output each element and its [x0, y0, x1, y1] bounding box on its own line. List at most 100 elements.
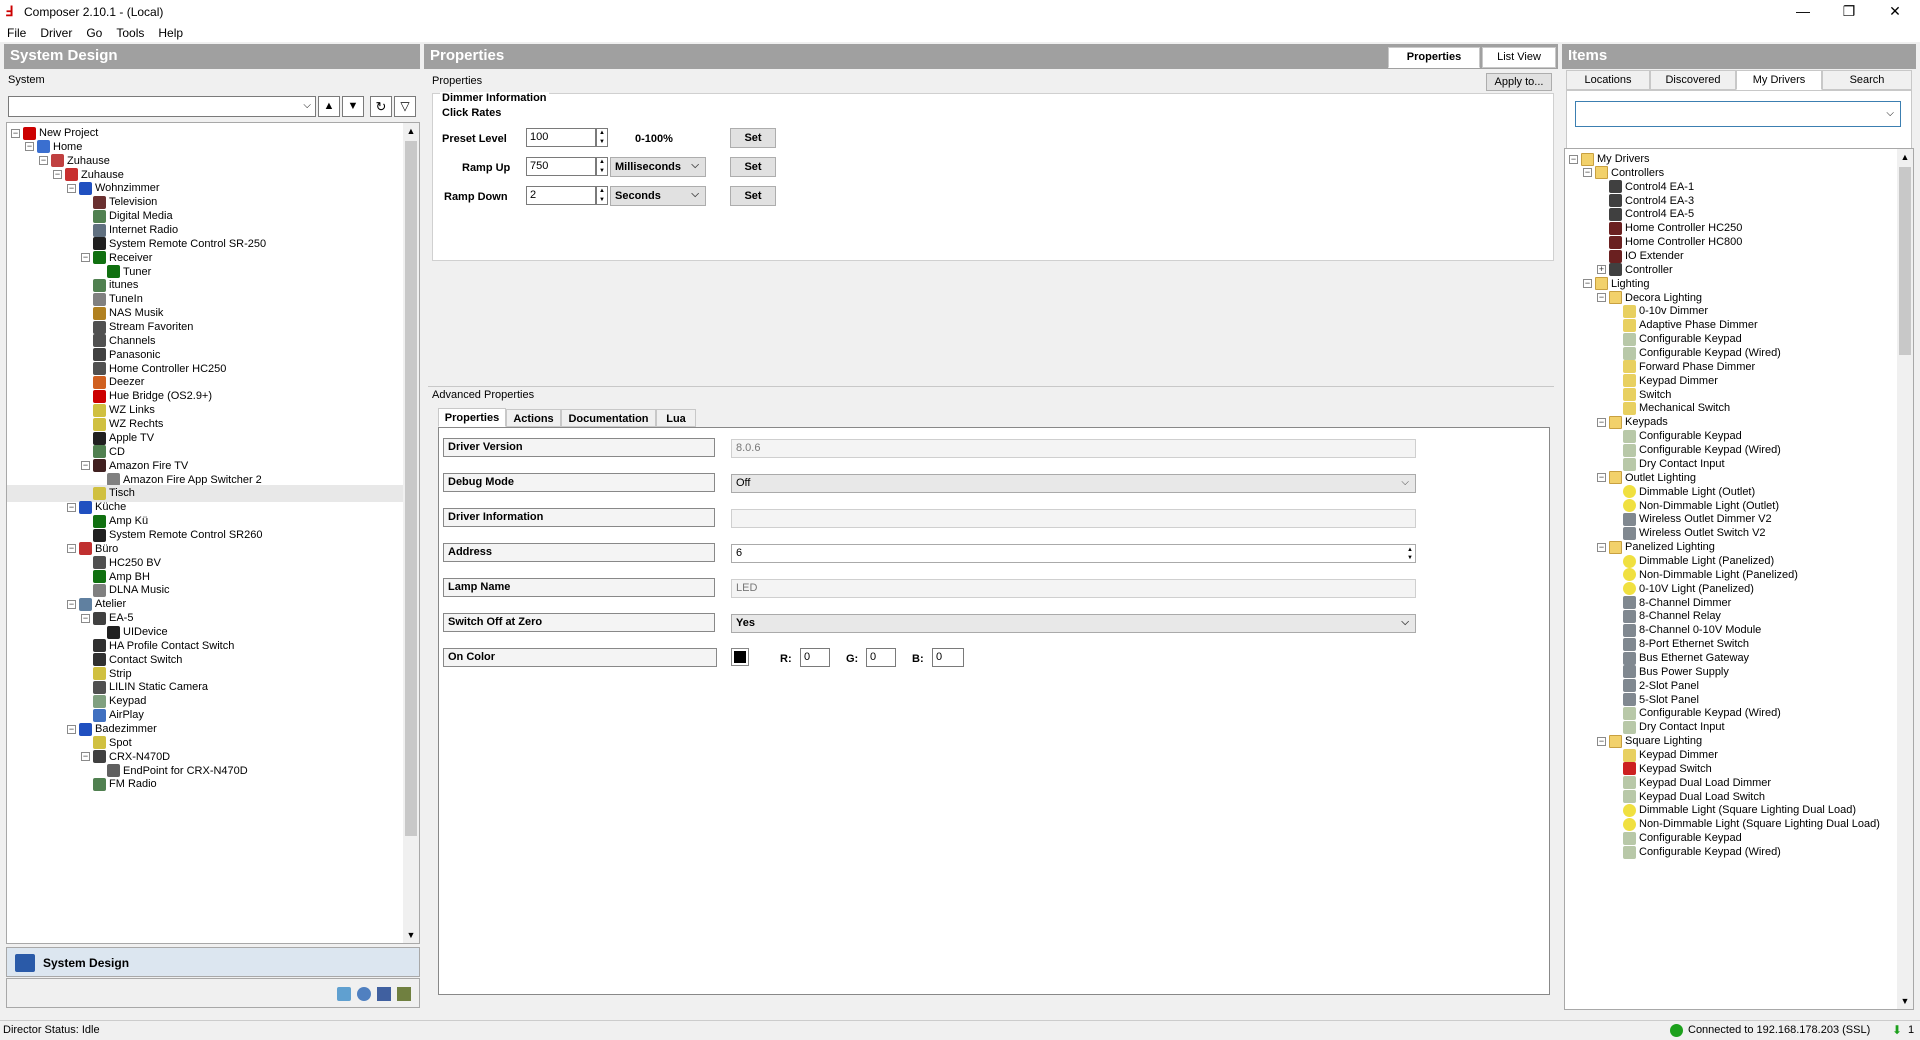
on-color-swatch[interactable] — [731, 648, 749, 666]
ramp-down-stepper[interactable]: ▲ ▼ — [596, 186, 608, 205]
expander-icon[interactable]: − — [1597, 473, 1606, 483]
scroll-down-icon[interactable]: ▼ — [403, 927, 419, 943]
address-stepper[interactable]: ▲ ▼ — [1407, 546, 1413, 562]
expander-icon[interactable]: − — [25, 142, 34, 152]
system-search-combo[interactable]: ⌵ — [8, 96, 316, 117]
expander-icon[interactable]: − — [1597, 736, 1606, 746]
agents-icon[interactable] — [377, 987, 391, 1001]
media-icon[interactable] — [357, 987, 371, 1001]
move-up-button[interactable]: ▲ — [318, 96, 340, 117]
tab-my-drivers[interactable]: My Drivers — [1736, 70, 1822, 90]
green-input[interactable]: 0 — [866, 648, 896, 667]
device-icon — [93, 486, 106, 500]
minimize-button[interactable]: — — [1780, 0, 1826, 24]
tab-properties[interactable]: Properties — [1388, 47, 1480, 68]
blue-input[interactable]: 0 — [932, 648, 964, 667]
splitter[interactable] — [428, 386, 1554, 387]
expander-icon[interactable]: − — [53, 170, 62, 180]
system-tree-scrollbar[interactable]: ▲ ▼ — [403, 123, 419, 943]
programming-icon[interactable] — [397, 987, 411, 1001]
close-button[interactable]: ✕ — [1872, 0, 1918, 24]
tab-discovered[interactable]: Discovered — [1650, 70, 1736, 90]
expander-icon[interactable]: − — [11, 128, 20, 138]
expander-icon[interactable]: − — [67, 184, 76, 194]
expander-icon[interactable]: − — [1597, 417, 1606, 427]
chevron-down-icon[interactable]: ⌵ — [1886, 108, 1894, 119]
items-tree-scrollbar[interactable]: ▲ ▼ — [1897, 149, 1913, 1009]
driver-icon — [1623, 499, 1636, 513]
expander-icon[interactable]: + — [1597, 265, 1606, 275]
device-icon — [93, 556, 106, 570]
expander-icon[interactable]: − — [67, 724, 76, 734]
download-icon[interactable]: ⬇ — [1892, 1023, 1902, 1037]
maximize-button[interactable]: ❐ — [1826, 0, 1872, 24]
chevron-down-icon[interactable]: ⌵ — [303, 100, 311, 111]
menu-file[interactable]: File — [0, 24, 33, 40]
debug-mode-select[interactable]: Off ⌵ — [731, 474, 1416, 493]
expander-icon[interactable]: − — [67, 599, 76, 609]
driver-icon — [1609, 180, 1622, 194]
ramp-down-unit-select[interactable]: Seconds ⌵ — [610, 186, 706, 206]
preset-set-button[interactable]: Set — [730, 128, 776, 148]
expander-icon[interactable]: − — [1569, 154, 1578, 164]
adv-tab-lua[interactable]: Lua — [656, 409, 696, 427]
expander-icon[interactable]: − — [67, 502, 76, 512]
ramp-up-set-button[interactable]: Set — [730, 157, 776, 177]
items-tree[interactable]: − My Drivers − Controllers Control4 EA-1 Cont… — [1564, 148, 1914, 1010]
ramp-up-stepper[interactable]: ▲ ▼ — [596, 157, 608, 176]
expander-icon[interactable]: − — [39, 156, 48, 166]
folder-icon — [1609, 291, 1622, 305]
title-bar: Ⅎ Composer 2.10.1 - (Local) — ❐ ✕ — [0, 0, 1920, 24]
menu-help[interactable]: Help — [151, 24, 190, 40]
move-down-button[interactable]: ▼ — [342, 96, 364, 117]
apply-to-button[interactable]: Apply to... — [1486, 73, 1552, 91]
ramp-up-input[interactable]: 750 — [526, 157, 596, 176]
address-input[interactable]: 6 ▲ ▼ — [731, 544, 1416, 563]
adv-tab-properties[interactable]: Properties — [438, 408, 506, 427]
scroll-up-icon[interactable]: ▲ — [1897, 149, 1913, 165]
system_design-item[interactable]: FM Radio — [81, 776, 157, 793]
filter-icon[interactable]: ▽ — [394, 96, 416, 117]
driver-icon — [1609, 249, 1622, 263]
switch-off-at-zero-select[interactable]: Yes ⌵ — [731, 614, 1416, 633]
tree-item-label: EA-5 — [109, 612, 134, 625]
connections-icon[interactable] — [337, 987, 351, 1001]
tab-search[interactable]: Search — [1822, 70, 1912, 90]
scroll-thumb[interactable] — [405, 141, 417, 836]
tab-locations[interactable]: Locations — [1566, 70, 1650, 90]
expander-icon[interactable]: − — [1583, 168, 1592, 178]
adv-tab-actions[interactable]: Actions — [506, 409, 561, 427]
menu-driver[interactable]: Driver — [33, 24, 79, 40]
tree-item-label: Home — [53, 140, 83, 153]
preset-level-stepper[interactable]: ▲ ▼ — [596, 128, 608, 147]
scroll-up-icon[interactable]: ▲ — [403, 123, 419, 139]
refresh-icon[interactable]: ↻ — [370, 96, 392, 117]
system-tree[interactable]: − New Project − Home − Zuhause − Zuhause − Wohnzi… — [6, 122, 420, 944]
expander-icon[interactable]: − — [81, 253, 90, 263]
driver-icon — [1623, 679, 1636, 693]
menu-tools[interactable]: Tools — [109, 24, 151, 40]
ramp-up-unit-select[interactable]: Milliseconds ⌵ — [610, 157, 706, 177]
expander-icon[interactable]: − — [81, 461, 90, 471]
items-search-input[interactable]: ⌵ — [1575, 101, 1901, 127]
expander-icon[interactable]: − — [1583, 279, 1592, 289]
tab-list-view[interactable]: List View — [1482, 47, 1556, 68]
expander-icon[interactable]: − — [1597, 293, 1606, 303]
scroll-down-icon[interactable]: ▼ — [1897, 993, 1913, 1009]
ramp-down-input[interactable]: 2 — [526, 186, 596, 205]
tree-item-label: Internet Radio — [109, 224, 179, 237]
scroll-thumb[interactable] — [1899, 167, 1911, 355]
ramp-down-set-button[interactable]: Set — [730, 186, 776, 206]
menu-go[interactable]: Go — [79, 24, 109, 40]
preset-level-input[interactable]: 100 — [526, 128, 596, 147]
expander-icon[interactable]: − — [1597, 542, 1606, 552]
expander-icon[interactable]: − — [81, 752, 90, 762]
items-item[interactable]: Configurable Keypad (Wired) — [1611, 844, 1781, 861]
expander-icon[interactable]: − — [67, 544, 76, 554]
system-design-nav-item[interactable]: System Design — [6, 947, 420, 977]
expander-icon[interactable]: − — [81, 613, 90, 623]
adv-tab-documentation[interactable]: Documentation — [561, 409, 656, 427]
red-input[interactable]: 0 — [800, 648, 830, 667]
